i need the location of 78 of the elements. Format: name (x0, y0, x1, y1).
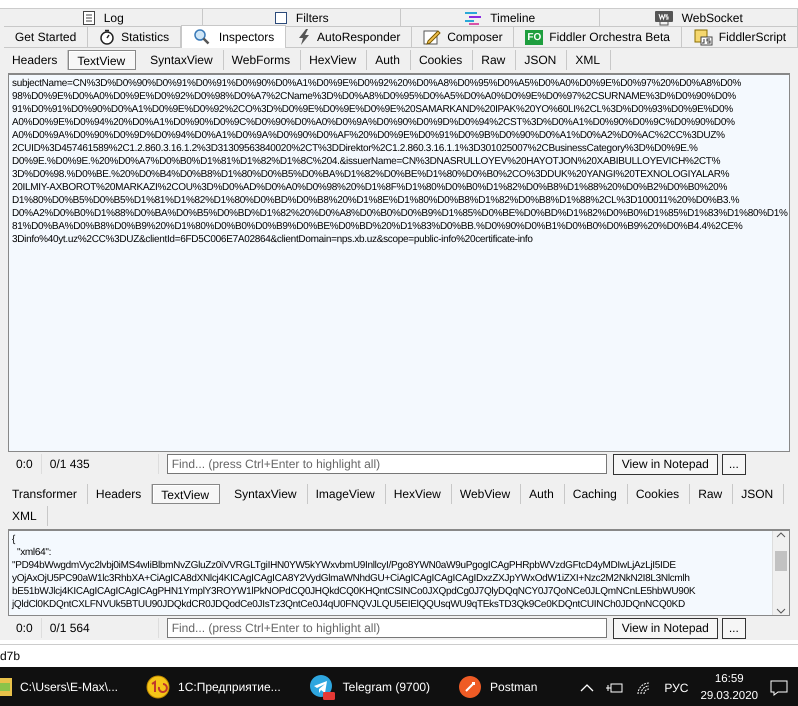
inspector-tab[interactable]: Auth (367, 50, 411, 70)
text-line: D0%A2%D0%B0%D1%88%D0%BA%D0%B5%D0%BD%D1%82%20%D0%A8%D0%B0%D0%B9%D1%85%D0%BE%D0%BD%D1%82%D0%B0%D1%85%D1%83%D1%80%D1% (12, 207, 788, 220)
chevron-up-icon[interactable] (580, 682, 594, 692)
window-tab[interactable]: Log (4, 9, 202, 27)
line-count: 0/1 564 (42, 618, 159, 638)
view-in-notepad-button[interactable]: View in Notepad (612, 618, 718, 638)
lightning-icon (297, 29, 312, 45)
find-field[interactable]: Find... (press Ctrl+Enter to highlight all) (166, 454, 607, 474)
window-tab[interactable]: Timeline (401, 9, 600, 27)
clock[interactable]: 16:59 29.03.2020 (700, 670, 758, 704)
taskbar-item[interactable]: Postman (450, 667, 546, 706)
text-line: jQldCl0KDQntCXLFNVUk5BTUU90JDQkdCR0JDQodCe0JIsTz3QntCe0J4qU0FNQVJLQU5EIElQQUsqWU9qTEksTD3Qk9Ce0KDQntCUINCh0JDQnNCQ0KD (12, 598, 685, 611)
text-line: { (12, 533, 16, 546)
text-line: D1%80%D0%B5%D0%B5%D1%81%D1%82%D1%80%D0%BD%D0%B8%20%D1%8E%D1%80%D0%B8%D1%82%D0%B8%D1%88%2CL%3D100011%20%D0%B3.% (12, 194, 740, 207)
inspector-tab[interactable]: ImageView (308, 484, 386, 504)
text-line: A0%D0%9E%D0%94%20%D0%A1%D0%90%D0%9C%D0%90%D0%A0%D0%9A%D0%90%D0%9D%D0%94%2CST%3D%D0%A1%D0%90%D0%9C%D0%90%D0% (12, 116, 735, 129)
inspector-tab[interactable]: Cookies (628, 484, 690, 504)
inspector-tab[interactable]: SyntaxView (226, 484, 308, 504)
inspector-tab[interactable]: XML (4, 506, 48, 526)
inspector-tab[interactable]: JSON (733, 484, 784, 504)
inspector-tab[interactable]: WebForms (224, 50, 302, 70)
more-button[interactable]: ... (722, 618, 746, 638)
notification-icon[interactable] (770, 680, 788, 696)
inspector-tab[interactable]: Cookies (410, 50, 474, 70)
text-line: 98%D0%9E%D0%A0%D0%9E%D0%92%D0%98%D0%A7%2CName%3D%D0%A8%D0%95%D0%A5%D0%A0%D0%9E%D0%97%2CSURNAME%3D%D0%90%D0% (12, 90, 736, 103)
pencil-icon (423, 29, 442, 45)
taskbar-item[interactable]: C:\Users\E-Max\... (0, 667, 126, 706)
inspector-tab[interactable]: Auth (521, 484, 565, 504)
inspector-tab[interactable]: JSON (516, 50, 568, 70)
main-tab[interactable]: Inspectors (180, 25, 286, 48)
more-button[interactable]: ... (722, 454, 746, 474)
text-line: 91%D0%91%D0%90%D0%A1%D0%9E%D0%92%2CO%3D%D0%9E%D0%9E%D0%9E%20SAMARKAND%20IPAK%20YO%60LI%2CL%3D%D0%93%D0%9E%D0% (12, 103, 733, 116)
text-line: 3Dinfo%40yt.uz%2CC%3DUZ&clientId=6FD5C006E7A02864&clientDomain=nps.xb.uz&scope=public-info%20certificate-info (12, 233, 533, 246)
text-line: "xml64": (16, 546, 52, 559)
inspector-tab[interactable]: Raw (473, 50, 516, 70)
text-line: 2CUID%3D457461589%2C1.2.860.3.16.1.2%3D31309563840020%2CT%3DDirektor%2C1.2.860.3.16.1.1%3D301025007%2CBusinessCategory%3D%D0%9E.% (12, 142, 698, 155)
inspector-tab[interactable]: HexView (386, 484, 452, 504)
status-text: d7b (0, 649, 20, 663)
scrollbar[interactable] (772, 531, 789, 615)
cursor-position: 0:0 (8, 618, 42, 638)
text-line: "PD94bWwgdmVyc2lvbj0iMS4wIiBlbmNvZGluZz0iVVRGLTgiIHN0YW5kYWxvbmU9InllcyI/Pgo8YWN0aW9uPgogICAgPHRpbWVzdGFtcD4yMDIwLjAzLjI5IDE (12, 559, 676, 572)
text-line: 20ILMIY-AXBOROT%20MARKAZI%2COU%3D%D0%AD%D0%A0%D0%98%20%D1%8F%D1%80%D0%B0%D1%82%D0%B8%D1%88%20%D0%B2%D0%B0%20% (12, 181, 728, 194)
checkbox-icon (274, 10, 288, 24)
script-icon (692, 28, 713, 46)
inspector-tab[interactable]: HexView (301, 50, 368, 70)
inspector-tab[interactable]: SyntaxView (142, 50, 224, 70)
battery-plug-icon[interactable] (606, 682, 624, 694)
scroll-down-icon[interactable] (776, 607, 786, 615)
text-line: D0%9E.%D0%9E.%20%D0%A7%D0%B0%D1%81%D1%82%D1%8C%204.&issuerName=CN%3DNASRULLOYEV%20HAYOTJON%20XABIBULLOYEVICH%2CT% (12, 155, 720, 168)
text-line: bE51bWJlcj4KICAgICAgICAgICAgPHN1YmplY3ROYW1lPkNOPdCQ0JHQkdCQ0KHQntCSINCo0JXQpdCg0J7QlyDQqNCY0J7QoNCe0JLQmNCnLE5hbWU90K (12, 585, 696, 598)
line-count: 0/1 435 (42, 454, 159, 474)
taskbar-item[interactable]: Telegram (9700) (300, 667, 438, 706)
timeline-icon (464, 10, 482, 24)
inspector-tab[interactable]: TextView (68, 50, 136, 70)
text-line: subjectName=CN%3D%D0%90%D0%91%D0%91%D0%90%D0%A1%D0%9E%D0%92%20%D0%A8%D0%95%D0%A5%D0%A0%D0%9E%D0%97%20%D0%A8%D0% (12, 77, 742, 90)
view-in-notepad-button[interactable]: View in Notepad (612, 454, 718, 474)
text-line: A0%D0%9A%D0%90%D0%9D%D0%94%D0%A1%D0%9A%D0%90%D0%AF%20%D0%9E%D0%91%D0%9B%D0%90%D0%A1%D0%A2%D0%AC%2CC%3DUZ% (12, 129, 725, 142)
text-line: 3D%D0%98.%D0%BE.%20%D0%B4%D0%B8%D1%80%D0%B5%D0%BA%D1%82%D0%BE%D1%80%D0%B0%2CO%3DDUK%20YANGI%20TEXNOLOGIYALAR% (12, 168, 730, 181)
inspector-tab[interactable]: Caching (564, 484, 628, 504)
text-line: yOjAxOjU5PC90aW1lc3RhbXA+CiAgICA8dXNlcj4KICAgICAgICA8Y2VydGlmaWNhdGU+CiAgICAgICAgICAgIDxzZXJpYWxOdW1iZXI+Nzc2M2NkN2I8L3Nlcmlh (12, 572, 690, 585)
text-line: 81%D0%BA%D0%B8%D0%B9%20%D1%80%D0%B0%D0%B9%D0%BE%D0%BD%20%D1%83%D0%BB.%D0%90%D0%B1%D0%B0%D0%B9%20%D0%B4.4%2CE% (12, 220, 742, 233)
cursor-position: 0:0 (8, 454, 42, 474)
document-icon (82, 10, 96, 26)
taskbar-item[interactable]: 1С:Предприятие... (138, 667, 289, 706)
coin-icon (146, 674, 170, 698)
scroll-up-icon[interactable] (776, 531, 786, 539)
stopwatch-icon (99, 29, 116, 45)
inspector-tab[interactable]: WebView (452, 484, 522, 504)
inspector-tab[interactable]: XML (567, 50, 612, 70)
websocket-icon (654, 10, 674, 26)
language-indicator[interactable]: РУС (664, 680, 688, 694)
scroll-thumb[interactable] (775, 551, 787, 571)
inspector-tab[interactable]: Transformer (4, 484, 88, 504)
find-field[interactable]: Find... (press Ctrl+Enter to highlight all) (166, 618, 607, 638)
paper-plane-icon (308, 674, 335, 700)
window-tab[interactable]: WebSocket (600, 9, 798, 27)
inspector-tab[interactable]: Raw (690, 484, 734, 504)
inspector-tab[interactable]: TextView (152, 484, 220, 504)
